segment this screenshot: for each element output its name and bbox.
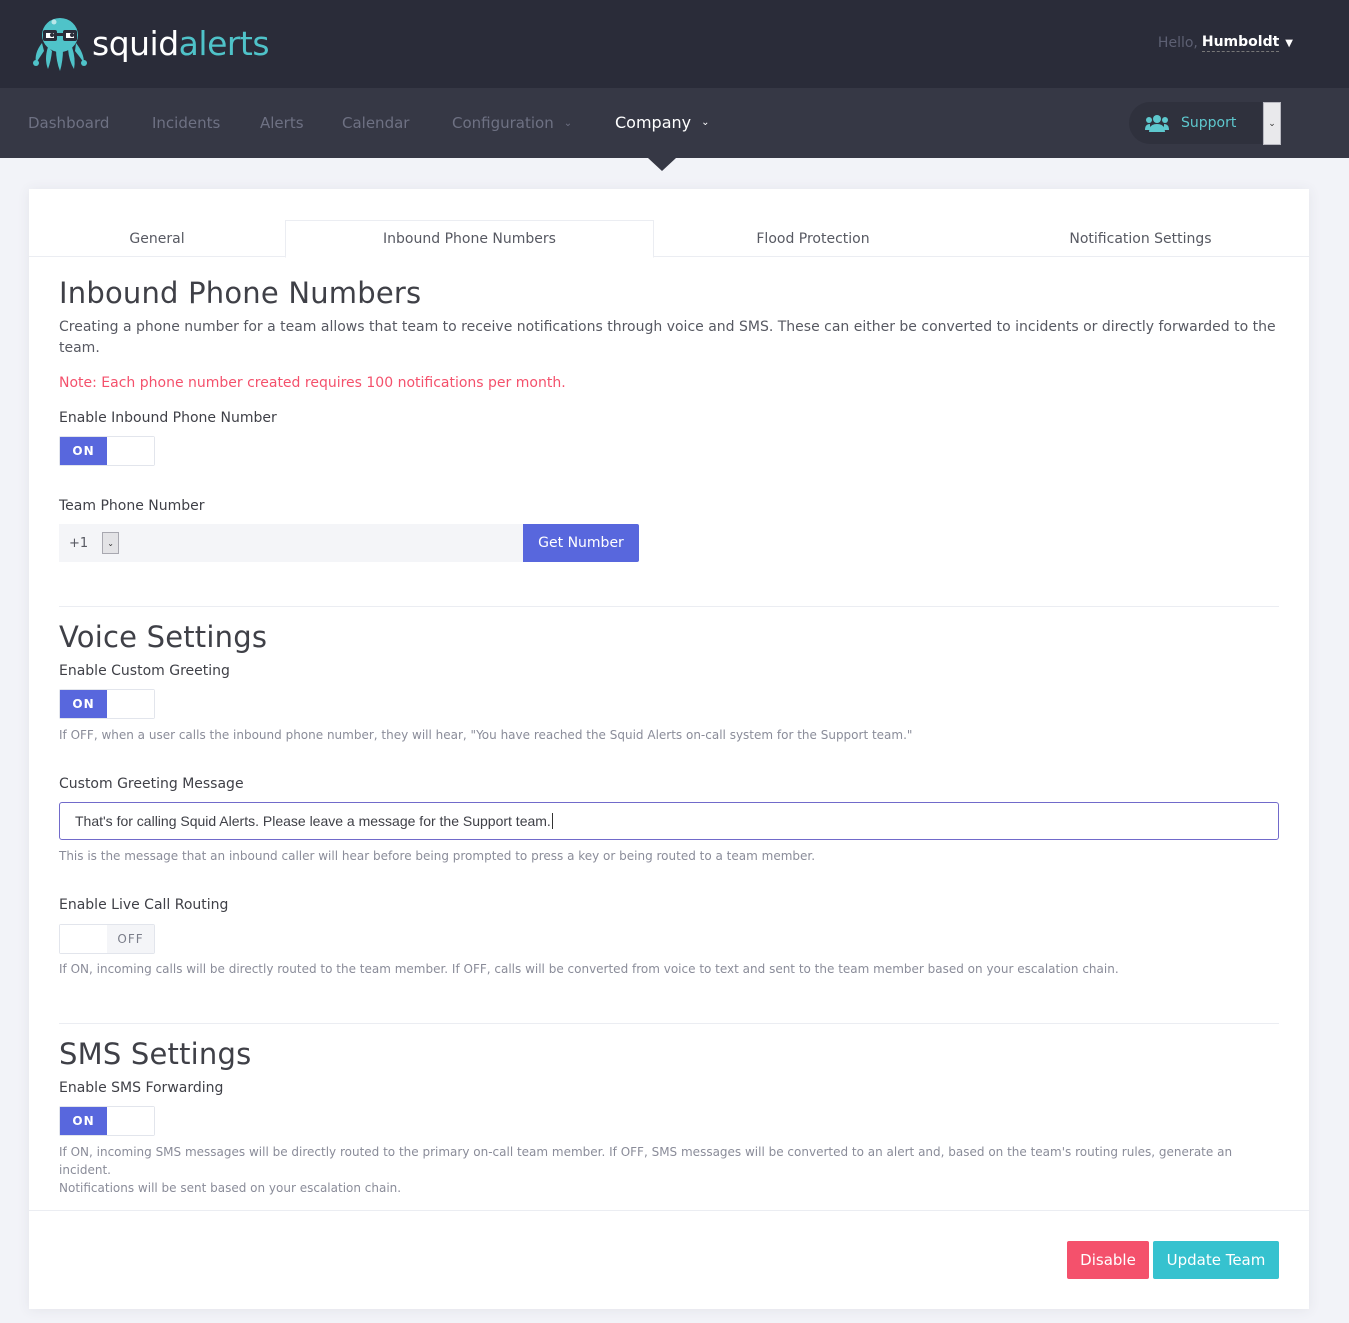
sms-help-line1: If ON, incoming SMS messages will be dir… [59,1145,1233,1177]
toggle-handle [107,437,154,465]
nav-incidents[interactable]: Incidents [152,114,220,132]
country-code-value: +1 [69,535,89,551]
section-divider [59,1023,1279,1024]
main-nav: Dashboard Incidents Alerts Calendar Conf… [0,88,1349,158]
tab-inbound-label: Inbound Phone Numbers [383,231,556,247]
custom-greeting-label: Enable Custom Greeting [59,663,230,679]
disable-button[interactable]: Disable [1067,1241,1149,1279]
toggle-handle [60,925,107,953]
custom-greeting-help: If OFF, when a user calls the inbound ph… [59,728,913,742]
get-number-button[interactable]: Get Number [523,524,639,562]
inbound-description: Creating a phone number for a team allow… [59,319,1276,356]
chevron-down-icon: ⌄ [701,117,710,128]
nav-alerts-label: Alerts [260,114,304,132]
voice-title: Voice Settings [59,620,268,654]
settings-card: General Inbound Phone Numbers Flood Prot… [29,189,1309,1309]
footer-divider [29,1210,1309,1211]
team-phone-label: Team Phone Number [59,498,205,514]
app-logo[interactable]: squidalerts [30,13,270,73]
nav-dashboard-label: Dashboard [28,114,110,132]
tab-notification-label: Notification Settings [1069,230,1212,247]
sms-forwarding-toggle[interactable]: ON [59,1106,155,1136]
inbound-note: Note: Each phone number created requires… [59,375,566,391]
tab-flood-label: Flood Protection [756,230,870,247]
tab-notification-settings[interactable]: Notification Settings [972,220,1309,257]
tab-general[interactable]: General [29,220,285,257]
enable-inbound-label: Enable Inbound Phone Number [59,410,277,426]
nav-incidents-label: Incidents [152,114,221,132]
inbound-title: Inbound Phone Numbers [59,276,422,310]
sms-title: SMS Settings [59,1037,252,1071]
nav-dashboard[interactable]: Dashboard [28,114,109,132]
live-routing-toggle[interactable]: OFF [59,924,155,954]
nav-alerts[interactable]: Alerts [260,114,304,132]
toggle-on-state: ON [60,1107,107,1135]
live-routing-help: If ON, incoming calls will be directly r… [59,962,1119,976]
enable-inbound-toggle[interactable]: ON [59,436,155,466]
toggle-handle [107,1107,154,1135]
custom-greeting-toggle[interactable]: ON [59,689,155,719]
tab-general-label: General [129,230,185,247]
tab-inbound-phone-numbers[interactable]: Inbound Phone Numbers [285,220,654,258]
nav-calendar[interactable]: Calendar [342,114,409,132]
sms-forwarding-label: Enable SMS Forwarding [59,1080,224,1096]
toggle-on-state: ON [60,437,107,465]
live-routing-label: Enable Live Call Routing [59,897,229,913]
greeting-message-label: Custom Greeting Message [59,776,244,792]
sms-help-line2: Notifications will be sent based on your… [59,1181,402,1195]
greeting-text: Hello, [1157,35,1198,51]
toggle-handle [107,690,154,718]
brand-name-part1: squid [92,23,179,63]
chevron-down-icon: ⌄ [563,117,573,129]
greeting-message-input[interactable]: That's for calling Squid Alerts. Please … [59,802,1279,840]
phone-input-group: +1 ⌄ [59,524,523,562]
user-name[interactable]: Humboldt [1201,34,1280,52]
toggle-on-state: ON [60,690,107,718]
update-team-button[interactable]: Update Team [1153,1241,1279,1279]
nav-company[interactable]: Company ⌄ [615,113,710,132]
country-code-select[interactable]: +1 ⌄ [59,524,119,562]
nav-company-label: Company [615,113,692,132]
toggle-off-state: OFF [107,925,154,953]
team-selector[interactable]: Support [1129,102,1262,144]
greeting-message-value: That's for calling Squid Alerts. Please … [75,813,551,829]
top-header: squidalerts Hello, Humboldt ▼ [0,0,1349,88]
text-cursor [551,813,553,829]
settings-tabs: General Inbound Phone Numbers Flood Prot… [29,220,1309,258]
nav-calendar-label: Calendar [342,114,410,132]
chevron-down-icon[interactable]: ⌄ [102,532,119,554]
chevron-down-icon: ⌄ [1268,118,1276,129]
team-selector-label: Support [1181,115,1237,131]
nav-configuration[interactable]: Configuration ⌄ [452,114,572,132]
brand-name: squidalerts [92,23,270,63]
sms-forwarding-help: If ON, incoming SMS messages will be dir… [59,1143,1279,1197]
section-divider [59,606,1279,607]
users-icon [1145,115,1169,132]
tab-flood-protection[interactable]: Flood Protection [654,220,972,257]
nav-configuration-label: Configuration [452,114,554,132]
squid-mascot-icon [33,18,87,71]
caret-down-icon: ▼ [1285,37,1293,49]
active-nav-pointer [648,158,676,171]
brand-name-part2: alerts [178,23,270,63]
phone-number-input[interactable] [119,524,523,562]
user-menu[interactable]: Hello, Humboldt ▼ [1158,34,1293,52]
greeting-message-help: This is the message that an inbound call… [59,849,816,863]
team-selector-dropdown-button[interactable]: ⌄ [1263,102,1281,145]
